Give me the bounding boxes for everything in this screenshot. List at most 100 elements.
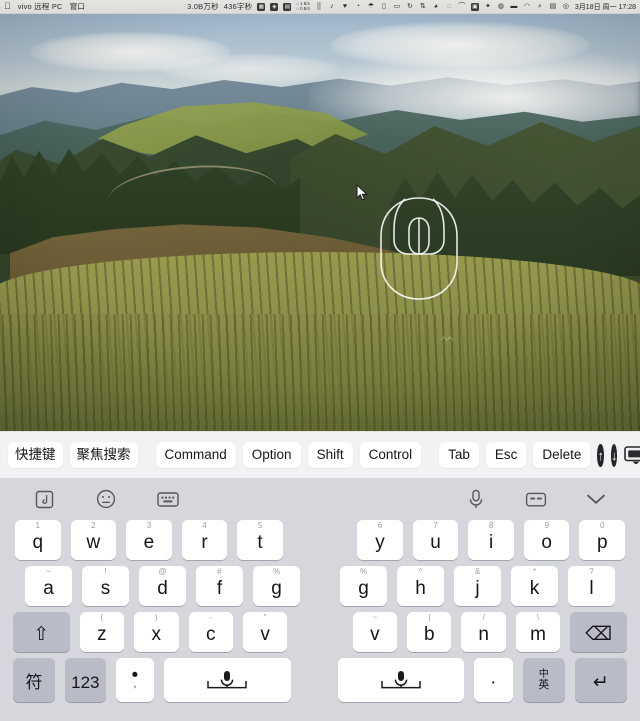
control-key-button[interactable]: Control: [359, 442, 422, 468]
clipboard-icon[interactable]: [523, 486, 549, 512]
key-v-left[interactable]: " v: [242, 612, 288, 652]
search-icon[interactable]: ⌕: [536, 3, 544, 11]
key-hint: 7: [433, 521, 438, 530]
key-label: o: [541, 532, 552, 553]
menu-window[interactable]: 窗口: [70, 1, 85, 12]
enter-key[interactable]: ↵: [574, 658, 627, 702]
keyboard-row-3: ⇧ ( z ) x - c " v ~ v | b / n \ m ⌫: [5, 612, 635, 658]
bluetooth-icon[interactable]: ✦: [484, 3, 492, 11]
language-toggle-key[interactable]: 中 英: [522, 658, 565, 702]
key-hint: 5: [257, 521, 263, 530]
screen-icon[interactable]: ▣: [470, 2, 479, 11]
siri-icon[interactable]: ◎: [562, 3, 570, 11]
key-x[interactable]: ) x: [134, 612, 179, 652]
key-label: d: [157, 578, 168, 599]
monitor-icon[interactable]: ▤: [283, 2, 292, 11]
command-key-button[interactable]: Command: [155, 442, 236, 468]
remote-desktop-screen:  vivo 远程 PC 窗口 3.0B万秒 436字秒 ▦ ◈ ▤ ○ 1 B…: [0, 0, 640, 721]
keyboard-icon[interactable]: [155, 486, 181, 512]
key-c[interactable]: - c: [188, 612, 233, 652]
esc-key-button[interactable]: Esc: [485, 442, 527, 468]
key-a[interactable]: ~ a: [25, 566, 72, 606]
emoji-icon[interactable]: [93, 486, 119, 512]
volume-icon[interactable]: ◍: [497, 3, 505, 11]
key-w[interactable]: 2 w: [70, 520, 117, 560]
key-m[interactable]: \ m: [515, 612, 561, 652]
shield-icon[interactable]: ◈: [270, 2, 279, 11]
menu-app-name[interactable]: vivo 远程 PC: [18, 1, 63, 12]
music-icon[interactable]: ♪: [328, 3, 336, 11]
key-z[interactable]: ( z: [79, 612, 125, 652]
shortcuts-button[interactable]: 快捷键: [8, 442, 63, 468]
delete-key-button[interactable]: Delete: [533, 442, 591, 468]
key-label: u: [430, 532, 441, 553]
heart-icon[interactable]: ♥: [341, 3, 349, 11]
key-i[interactable]: 8 i: [468, 520, 514, 560]
key-g-right[interactable]: % g: [340, 566, 387, 606]
period-key[interactable]: ·: [473, 658, 513, 702]
key-b[interactable]: | b: [407, 612, 452, 652]
key-g-left[interactable]: % g: [253, 566, 300, 606]
key-t[interactable]: 5 t: [237, 520, 283, 560]
key-u[interactable]: 7 u: [412, 520, 459, 560]
key-y[interactable]: 6 y: [357, 520, 403, 560]
symbols-key[interactable]: 符: [13, 658, 56, 702]
menu-bar-status-area: 3.0B万秒 436字秒 ▦ ◈ ▤ ○ 1 B/s ○ 0 B/s ⣿ ♪ ♥…: [187, 1, 636, 12]
key-label: j: [475, 578, 480, 599]
keyboard-row-4: 符 123 ⏺ , · 中 英 ↵: [5, 658, 635, 708]
chevron-down-icon[interactable]: [583, 486, 609, 512]
keyboard-dismiss-button[interactable]: [624, 446, 640, 464]
space-key-left[interactable]: [164, 658, 291, 702]
control-center-icon[interactable]: ▤: [549, 3, 557, 11]
arrow-down-button[interactable]: ↓: [610, 443, 618, 467]
key-l[interactable]: ? l: [568, 566, 615, 606]
clock-icon[interactable]: ◔: [354, 3, 362, 11]
battery-icon[interactable]: ▯: [380, 3, 388, 11]
cloud-icon[interactable]: ☂: [367, 3, 375, 11]
key-h[interactable]: ^ h: [397, 566, 444, 606]
key-label: n: [478, 624, 489, 645]
refresh-icon[interactable]: ↻: [406, 3, 414, 11]
option-key-button[interactable]: Option: [242, 442, 301, 468]
key-s[interactable]: ! s: [82, 566, 129, 606]
chart-icon[interactable]: ⣿: [315, 3, 323, 11]
keyboard-toolbar: [5, 478, 635, 520]
backspace-key[interactable]: ⌫: [570, 612, 627, 652]
grid-icon[interactable]: ▦: [257, 2, 266, 11]
sliders-icon[interactable]: ⇅: [419, 3, 427, 11]
key-d[interactable]: @ d: [139, 566, 186, 606]
apple-logo-icon[interactable]: : [4, 2, 11, 11]
space-key-right[interactable]: [337, 658, 464, 702]
desktop-wallpaper[interactable]: [0, 14, 640, 431]
shift-icon: ⇧: [33, 624, 50, 645]
shift-key-button[interactable]: Shift: [307, 442, 353, 468]
arrow-up-button[interactable]: ↑: [597, 443, 604, 467]
key-hint: ?: [589, 567, 594, 576]
key-k[interactable]: * k: [511, 566, 558, 606]
key-o[interactable]: 9 o: [523, 520, 570, 560]
key-n[interactable]: / n: [461, 612, 506, 652]
key-j[interactable]: & j: [454, 566, 501, 606]
key-p[interactable]: 0 p: [579, 520, 626, 560]
menu-bar-clock[interactable]: 3月18日 周一 17:28: [575, 2, 636, 12]
spotlight-search-button[interactable]: 聚焦搜索: [69, 442, 138, 468]
display-icon[interactable]: ▭: [393, 3, 401, 11]
tab-key-button[interactable]: Tab: [439, 442, 479, 468]
microphone-icon[interactable]: [463, 486, 489, 512]
numbers-key[interactable]: 123: [65, 658, 106, 702]
shift-key[interactable]: ⇧: [13, 612, 70, 652]
key-e[interactable]: 3 e: [126, 520, 172, 560]
note-box-icon[interactable]: [31, 486, 57, 512]
key-q[interactable]: 1 q: [14, 520, 61, 560]
punctuation-key[interactable]: ⏺ ,: [115, 658, 155, 702]
wifi2-icon[interactable]: ◠: [523, 3, 531, 11]
wifi-icon[interactable]: ◌: [445, 3, 453, 11]
key-f[interactable]: # f: [196, 566, 243, 606]
key-r[interactable]: 4 r: [181, 520, 228, 560]
headphones-icon[interactable]: ⌒: [458, 3, 466, 11]
bell-icon[interactable]: ◕: [432, 3, 440, 11]
key-label: g: [271, 578, 282, 599]
key-v-right[interactable]: ~ v: [352, 612, 398, 652]
keyboard-icon[interactable]: ▬: [510, 3, 518, 11]
key-label: r: [201, 532, 208, 553]
